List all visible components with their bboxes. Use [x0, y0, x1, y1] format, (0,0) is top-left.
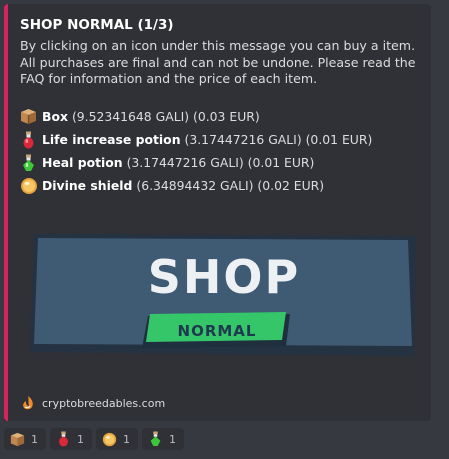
- red-potion-icon: [56, 431, 72, 447]
- reaction-box[interactable]: 1: [4, 428, 46, 450]
- embed-title: SHOP NORMAL (1/3): [20, 17, 174, 33]
- embed-description: By clicking on an icon under this messag…: [20, 38, 416, 86]
- reaction-green-potion[interactable]: 1: [142, 428, 184, 450]
- item-life-increase-potion: Life increase potion (3.17447216 GALI) (…: [20, 128, 372, 151]
- reaction-count: 1: [31, 432, 38, 446]
- item-price: (3.17447216 GALI) (0.01 EUR): [184, 132, 373, 147]
- item-name: Divine shield: [42, 178, 133, 193]
- item-heal-potion: Heal potion (3.17447216 GALI) (0.01 EUR): [20, 151, 372, 174]
- red-potion-icon: [20, 131, 42, 149]
- item-price: (3.17447216 GALI) (0.01 EUR): [126, 155, 315, 170]
- footer-text: cryptobreedables.com: [42, 396, 166, 410]
- embed-footer: cryptobreedables.com: [20, 395, 165, 411]
- reaction-divine-shield[interactable]: 1: [96, 428, 138, 450]
- item-name: Heal potion: [42, 155, 123, 170]
- reaction-count: 1: [123, 432, 130, 446]
- reaction-count: 1: [77, 432, 84, 446]
- item-divine-shield: Divine shield (6.34894432 GALI) (0.02 EU…: [20, 174, 372, 197]
- green-potion-icon: [20, 154, 42, 172]
- reaction-count: 1: [169, 432, 176, 446]
- reaction-bar: 1 1 1 1: [4, 428, 184, 450]
- shop-banner-image: SHOP NORMAL: [28, 230, 420, 362]
- item-box: Box (9.52341648 GALI) (0.03 EUR): [20, 105, 372, 128]
- item-price: (9.52341648 GALI) (0.03 EUR): [71, 109, 260, 124]
- shop-embed: SHOP NORMAL (1/3) By clicking on an icon…: [4, 4, 431, 421]
- divine-shield-icon: [102, 431, 118, 447]
- green-potion-icon: [148, 431, 164, 447]
- cryptobreedables-logo-icon: [20, 395, 42, 411]
- item-name: Box: [42, 109, 68, 124]
- item-list: Box (9.52341648 GALI) (0.03 EUR) Life in…: [20, 105, 372, 197]
- box-icon: [20, 108, 42, 126]
- item-price: (6.34894432 GALI) (0.02 EUR): [136, 178, 325, 193]
- banner-shop-text: SHOP: [147, 250, 301, 304]
- item-name: Life increase potion: [42, 132, 181, 147]
- embed-accent-bar: [4, 4, 8, 421]
- banner-normal-text: NORMAL: [177, 322, 257, 340]
- reaction-red-potion[interactable]: 1: [50, 428, 92, 450]
- box-icon: [10, 431, 26, 447]
- divine-shield-icon: [20, 177, 42, 195]
